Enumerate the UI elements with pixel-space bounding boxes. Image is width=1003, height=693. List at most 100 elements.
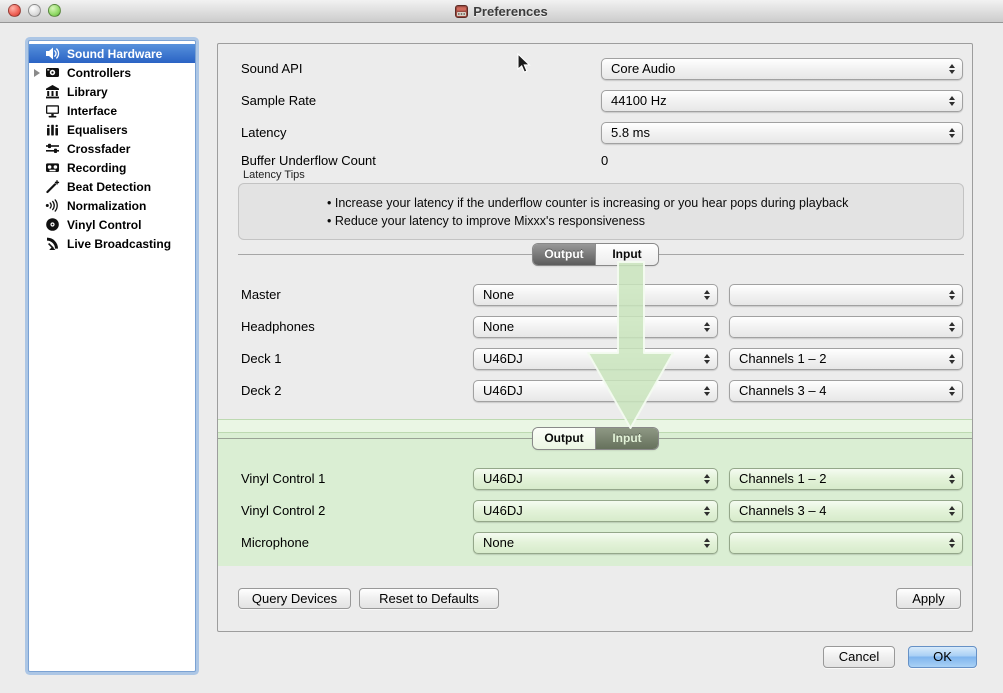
disclosure-triangle-icon[interactable] bbox=[29, 69, 44, 77]
title-bar: Preferences bbox=[0, 0, 1003, 23]
sidebar-item-normalization[interactable]: Normalization bbox=[29, 196, 195, 215]
deck2-device-select[interactable]: U46DJ bbox=[473, 380, 718, 402]
sidebar-item-label: Controllers bbox=[67, 66, 131, 80]
sidebar-item-crossfader[interactable]: Crossfader bbox=[29, 139, 195, 158]
sound-hardware-pane: Sound API Core Audio Sample Rate 44100 H… bbox=[217, 43, 973, 632]
sound-api-label: Sound API bbox=[241, 58, 302, 80]
sample-rate-select[interactable]: 44100 Hz bbox=[601, 90, 963, 112]
preferences-sidebar: Sound Hardware Controllers Library Inter… bbox=[28, 40, 196, 672]
wand-icon bbox=[44, 179, 61, 194]
sidebar-item-controllers[interactable]: Controllers bbox=[29, 63, 195, 82]
sidebar-item-label: Normalization bbox=[67, 199, 146, 213]
sidebar-item-recording[interactable]: Recording bbox=[29, 158, 195, 177]
headphones-channel-select[interactable] bbox=[729, 316, 963, 338]
tab-input-2[interactable]: Input bbox=[595, 428, 658, 449]
stepper-arrows-icon bbox=[949, 96, 955, 106]
deck2-label: Deck 2 bbox=[241, 380, 281, 402]
sidebar-item-label: Sound Hardware bbox=[67, 47, 162, 61]
vinyl-control-2-channel-select[interactable]: Channels 3 – 4 bbox=[729, 500, 963, 522]
sidebar-item-interface[interactable]: Interface bbox=[29, 101, 195, 120]
vinyl-control-2-device-value: U46DJ bbox=[483, 503, 523, 518]
latency-value: 5.8 ms bbox=[611, 125, 650, 140]
vinyl-control-1-channel-select[interactable]: Channels 1 – 2 bbox=[729, 468, 963, 490]
master-device-value: None bbox=[483, 287, 514, 302]
sound-api-value: Core Audio bbox=[611, 61, 675, 76]
master-label: Master bbox=[241, 284, 281, 306]
sidebar-item-label: Interface bbox=[67, 104, 117, 118]
deck2-device-value: U46DJ bbox=[483, 383, 523, 398]
deck1-channel-select[interactable]: Channels 1 – 2 bbox=[729, 348, 963, 370]
stepper-arrows-icon bbox=[704, 354, 710, 364]
sidebar-item-library[interactable]: Library bbox=[29, 82, 195, 101]
tab-input[interactable]: Input bbox=[595, 244, 658, 265]
headphones-device-value: None bbox=[483, 319, 514, 334]
stepper-arrows-icon bbox=[704, 386, 710, 396]
output-input-tabs: Output Input bbox=[533, 244, 658, 265]
sample-rate-label: Sample Rate bbox=[241, 90, 316, 112]
recorder-icon bbox=[44, 160, 61, 175]
tab-output[interactable]: Output bbox=[533, 244, 595, 265]
sidebar-item-label: Live Broadcasting bbox=[67, 237, 171, 251]
sidebar-item-label: Crossfader bbox=[67, 142, 130, 156]
sample-rate-value: 44100 Hz bbox=[611, 93, 667, 108]
deck2-channel-select[interactable]: Channels 3 – 4 bbox=[729, 380, 963, 402]
stepper-arrows-icon bbox=[704, 538, 710, 548]
buffer-underflow-value: 0 bbox=[601, 150, 608, 172]
vinyl-control-2-device-select[interactable]: U46DJ bbox=[473, 500, 718, 522]
soundwave-icon bbox=[44, 198, 61, 213]
stepper-arrows-icon bbox=[704, 322, 710, 332]
equalizer-icon bbox=[44, 122, 61, 137]
tab-output-2[interactable]: Output bbox=[533, 428, 595, 449]
sidebar-item-vinyl-control[interactable]: Vinyl Control bbox=[29, 215, 195, 234]
sidebar-item-label: Recording bbox=[67, 161, 126, 175]
microphone-label: Microphone bbox=[241, 532, 309, 554]
headphones-device-select[interactable]: None bbox=[473, 316, 718, 338]
apply-button[interactable]: Apply bbox=[896, 588, 961, 609]
microphone-channel-select[interactable] bbox=[729, 532, 963, 554]
sidebar-item-label: Vinyl Control bbox=[67, 218, 141, 232]
stepper-arrows-icon bbox=[949, 386, 955, 396]
microphone-device-select[interactable]: None bbox=[473, 532, 718, 554]
speaker-icon bbox=[44, 46, 61, 61]
preferences-window: { "window": { "title": "Preferences" }, … bbox=[0, 0, 1003, 693]
deck2-channel-value: Channels 3 – 4 bbox=[739, 383, 826, 398]
sound-api-select[interactable]: Core Audio bbox=[601, 58, 963, 80]
deck1-device-value: U46DJ bbox=[483, 351, 523, 366]
sidebar-item-beat-detection[interactable]: Beat Detection bbox=[29, 177, 195, 196]
stepper-arrows-icon bbox=[949, 64, 955, 74]
ok-button[interactable]: OK bbox=[908, 646, 977, 668]
window-title: Preferences bbox=[473, 4, 547, 19]
stepper-arrows-icon bbox=[704, 506, 710, 516]
latency-tips-box: Increase your latency if the underflow c… bbox=[238, 183, 964, 240]
deck1-device-select[interactable]: U46DJ bbox=[473, 348, 718, 370]
deck1-label: Deck 1 bbox=[241, 348, 281, 370]
vinyl-control-2-channel-value: Channels 3 – 4 bbox=[739, 503, 826, 518]
stepper-arrows-icon bbox=[704, 474, 710, 484]
query-devices-button[interactable]: Query Devices bbox=[238, 588, 351, 609]
latency-label: Latency bbox=[241, 122, 287, 144]
microphone-device-value: None bbox=[483, 535, 514, 550]
vinyl-control-1-label: Vinyl Control 1 bbox=[241, 468, 325, 490]
sidebar-item-label: Library bbox=[67, 85, 108, 99]
sidebar-item-equalisers[interactable]: Equalisers bbox=[29, 120, 195, 139]
latency-tips-title: Latency Tips bbox=[243, 169, 305, 181]
vinyl-control-1-device-value: U46DJ bbox=[483, 471, 523, 486]
reset-to-defaults-button[interactable]: Reset to Defaults bbox=[359, 588, 499, 609]
latency-tip: Reduce your latency to improve Mixxx's r… bbox=[327, 212, 963, 230]
stepper-arrows-icon bbox=[949, 506, 955, 516]
master-device-select[interactable]: None bbox=[473, 284, 718, 306]
vinyl-control-1-device-select[interactable]: U46DJ bbox=[473, 468, 718, 490]
satellite-icon bbox=[44, 236, 61, 251]
cancel-button[interactable]: Cancel bbox=[823, 646, 895, 668]
deck1-channel-value: Channels 1 – 2 bbox=[739, 351, 826, 366]
vinyl-control-1-channel-value: Channels 1 – 2 bbox=[739, 471, 826, 486]
vinyl-icon bbox=[44, 217, 61, 232]
master-channel-select[interactable] bbox=[729, 284, 963, 306]
latency-select[interactable]: 5.8 ms bbox=[601, 122, 963, 144]
input-output-tabs: Output Input bbox=[533, 428, 658, 449]
sidebar-item-label: Equalisers bbox=[67, 123, 128, 137]
crossfader-icon bbox=[44, 141, 61, 156]
headphones-label: Headphones bbox=[241, 316, 315, 338]
sidebar-item-live-broadcasting[interactable]: Live Broadcasting bbox=[29, 234, 195, 253]
sidebar-item-sound-hardware[interactable]: Sound Hardware bbox=[29, 44, 195, 63]
